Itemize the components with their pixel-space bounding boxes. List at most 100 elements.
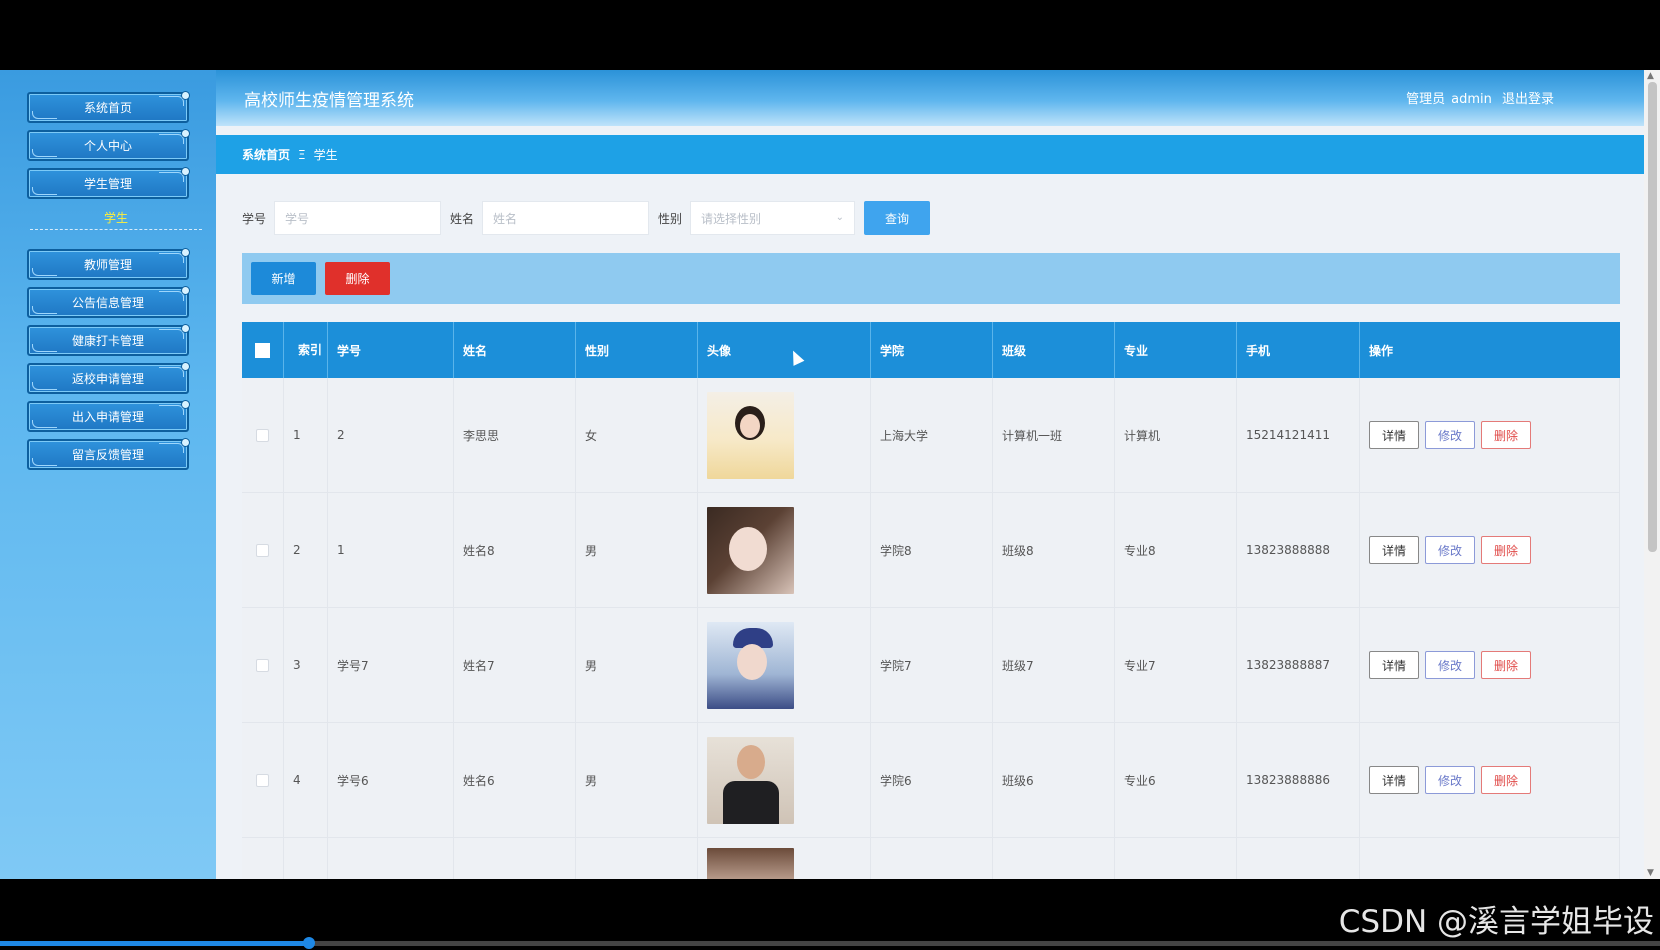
breadcrumb-separator-icon: Ξ (298, 147, 306, 162)
edit-button[interactable]: 修改 (1425, 651, 1476, 679)
col-student-id: 学号 (328, 322, 454, 378)
sidebar-item-label: 学生管理 (83, 177, 132, 191)
cell-ops: 详情 修改 删除 (1360, 608, 1620, 722)
select-all-checkbox[interactable] (242, 322, 284, 378)
col-ops: 操作 (1369, 343, 1394, 358)
batch-delete-button[interactable]: 删除 (325, 262, 390, 295)
table-row: 1 2 李思思 女 上海大学 计算机一班 计算机 15214121411 详情 … (242, 378, 1620, 493)
sidebar-item-label: 系统首页 (83, 101, 132, 115)
sidebar-item-label: 返校申请管理 (71, 372, 144, 386)
cell-gender: 女 (576, 378, 698, 492)
progress-knob[interactable] (303, 937, 315, 949)
cell-name: 李思思 (454, 378, 576, 492)
app-title: 高校师生疫情管理系统 (244, 91, 414, 111)
avatar (707, 506, 794, 594)
query-button[interactable]: 查询 (864, 201, 931, 235)
table-header: 索引 学号 姓名 性别 头像 学院 班级 专业 手机 操作 (242, 322, 1620, 378)
app-screen: 系统首页 个人中心 学生管理 学生 教师管理 公告信息管理 健康打卡管理 返校申… (0, 70, 1660, 879)
sidebar-item-label: 健康打卡管理 (71, 334, 144, 348)
cell-class: 计算机一班 (993, 378, 1115, 492)
name-input[interactable]: 姓名 (482, 201, 650, 235)
cell-name: 姓名6 (454, 723, 576, 837)
sidebar-item-notices[interactable]: 公告信息管理 (27, 286, 190, 318)
sidebar-item-label: 教师管理 (83, 258, 132, 272)
delete-button[interactable]: 删除 (1481, 421, 1532, 449)
cell-student-id: 学号7 (328, 608, 454, 722)
sidebar-item-access-apply[interactable]: 出入申请管理 (27, 400, 190, 432)
table-row (242, 838, 1620, 879)
gender-select[interactable]: 请选择性别 ⌄ (690, 201, 856, 235)
sidebar-item-label: 留言反馈管理 (71, 448, 144, 462)
user-role: 管理员 (1406, 92, 1446, 107)
scroll-up-icon[interactable]: ▲ (1647, 71, 1654, 81)
detail-button[interactable]: 详情 (1369, 536, 1420, 564)
sidebar-item-profile[interactable]: 个人中心 (27, 129, 190, 161)
cell-gender: 男 (576, 723, 698, 837)
delete-button[interactable]: 删除 (1481, 651, 1532, 679)
user-name: admin (1451, 92, 1492, 107)
name-label: 姓名 (450, 211, 475, 226)
cell-major: 专业8 (1115, 493, 1237, 607)
add-button[interactable]: 新增 (251, 262, 316, 295)
avatar (707, 621, 794, 709)
cell-major: 专业6 (1115, 723, 1237, 837)
cell-major: 计算机 (1115, 378, 1237, 492)
edit-button[interactable]: 修改 (1425, 421, 1476, 449)
edit-button[interactable]: 修改 (1425, 536, 1476, 564)
cell-index: 2 (284, 493, 328, 607)
sidebar-item-return-apply[interactable]: 返校申请管理 (27, 362, 190, 394)
student-id-label: 学号 (242, 211, 267, 226)
logout-link[interactable]: 退出登录 (1502, 92, 1554, 107)
student-id-input[interactable]: 学号 (274, 201, 442, 235)
breadcrumb-home[interactable]: 系统首页 (242, 146, 290, 163)
table-row: 2 1 姓名8 男 学院8 班级8 专业8 13823888888 详情 修改 … (242, 493, 1620, 608)
chevron-down-icon: ⌄ (835, 212, 845, 223)
sidebar-item-home[interactable]: 系统首页 (27, 91, 190, 123)
delete-button[interactable]: 删除 (1481, 766, 1532, 794)
detail-button[interactable]: 详情 (1369, 651, 1420, 679)
cell-college: 上海大学 (871, 378, 993, 492)
cell-index: 3 (284, 608, 328, 722)
sidebar-item-teachers[interactable]: 教师管理 (27, 248, 190, 280)
sidebar-item-health-checkin[interactable]: 健康打卡管理 (27, 324, 190, 356)
cell-ops: 详情 修改 删除 (1360, 378, 1620, 492)
avatar (707, 848, 794, 879)
col-college: 学院 (871, 322, 993, 378)
cell-class: 班级7 (993, 608, 1115, 722)
row-checkbox[interactable] (256, 428, 269, 442)
student-table: 索引 学号 姓名 性别 头像 学院 班级 专业 手机 操作 1 2 李思思 女 … (242, 322, 1620, 879)
row-checkbox[interactable] (256, 773, 269, 787)
row-checkbox[interactable] (256, 658, 269, 672)
cell-student-id: 学号6 (328, 723, 454, 837)
cell-college: 学院6 (871, 723, 993, 837)
col-phone: 手机 (1237, 322, 1360, 378)
cell-college: 学院7 (871, 608, 993, 722)
detail-button[interactable]: 详情 (1369, 421, 1420, 449)
col-avatar: 头像 (698, 322, 871, 378)
row-checkbox[interactable] (256, 543, 269, 557)
cell-phone: 13823888886 (1237, 723, 1360, 837)
delete-button[interactable]: 删除 (1481, 536, 1532, 564)
video-progress-bar[interactable] (0, 937, 1660, 949)
cell-class: 班级6 (993, 723, 1115, 837)
scroll-down-icon[interactable]: ▼ (1647, 868, 1654, 878)
scrollbar-thumb[interactable] (1648, 82, 1657, 552)
action-bar: 新增 删除 (242, 253, 1620, 304)
cell-student-id: 1 (328, 493, 454, 607)
sidebar-item-feedback[interactable]: 留言反馈管理 (27, 438, 190, 470)
user-area: 管理员 admin 退出登录 (1400, 88, 1554, 107)
cell-student-id: 2 (328, 378, 454, 492)
sidebar-item-students[interactable]: 学生管理 (27, 167, 190, 199)
table-row: 3 学号7 姓名7 男 学院7 班级7 专业7 13823888887 详情 修… (242, 608, 1620, 723)
avatar (707, 391, 794, 479)
vertical-scrollbar[interactable]: ▲ ▼ (1644, 70, 1660, 879)
watermark: CSDN @溪言学姐毕设 (1338, 904, 1654, 940)
col-major: 专业 (1115, 322, 1237, 378)
avatar (707, 736, 794, 824)
detail-button[interactable]: 详情 (1369, 766, 1420, 794)
cell-ops: 详情 修改 删除 (1360, 493, 1620, 607)
cell-gender: 男 (576, 608, 698, 722)
sidebar-item-label: 出入申请管理 (71, 410, 144, 424)
edit-button[interactable]: 修改 (1425, 766, 1476, 794)
sidebar-subitem-student[interactable]: 学生 (30, 207, 202, 230)
